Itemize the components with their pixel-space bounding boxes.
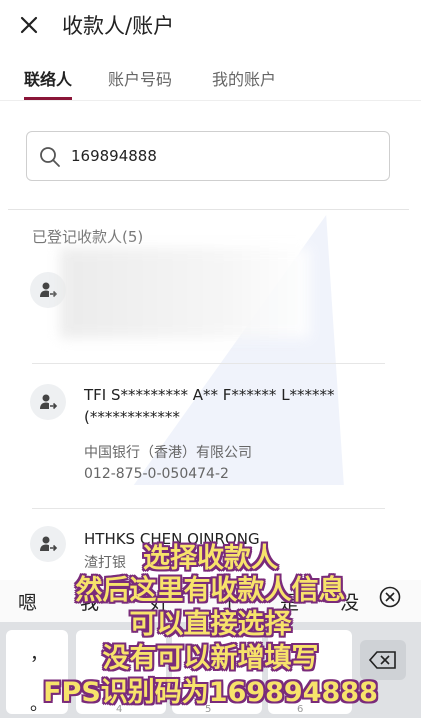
payee-name: TFI S********* A** F****** L****** (****… — [84, 386, 335, 426]
search-divider — [8, 209, 409, 210]
search-input[interactable] — [71, 144, 371, 168]
person-transfer-icon — [40, 394, 58, 410]
blurred-payee-info — [60, 248, 310, 338]
tab-account-number[interactable]: 账户号码 — [108, 66, 172, 100]
payee-row[interactable]: TFI S********* A** F****** L****** (****… — [0, 364, 421, 494]
close-button[interactable] — [14, 10, 44, 40]
tab-my-accounts[interactable]: 我的账户 — [212, 66, 276, 100]
payee-avatar — [30, 384, 66, 420]
overlay-caption: FPS识别码为169894888 — [43, 677, 378, 708]
page-title: 收款人/账户 — [62, 14, 175, 38]
tab-contacts[interactable]: 联络人 — [24, 66, 73, 100]
search-box[interactable] — [26, 131, 390, 181]
tabs-divider — [0, 100, 421, 101]
app-header: 收款人/账户 — [0, 0, 421, 50]
payee-bank: 中国银行（香港）有限公司 — [84, 445, 252, 461]
tab-bar: 联络人 账户号码 我的账户 — [0, 60, 421, 100]
close-icon — [20, 16, 38, 34]
person-transfer-icon — [40, 282, 58, 298]
row-divider — [32, 508, 385, 509]
payee-account-number: 012-875-0-050474-2 — [84, 466, 229, 482]
search-icon — [40, 147, 60, 167]
registered-payees-title: 已登记收款人(5) — [32, 228, 144, 246]
